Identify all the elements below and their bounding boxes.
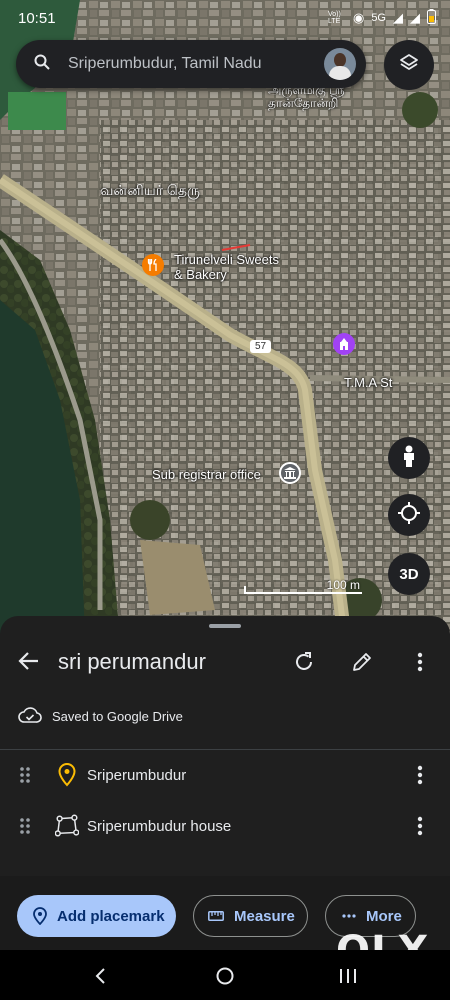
- volte-indicator: Vo)) LTE: [327, 11, 341, 25]
- tma-street-label: T.M.A St: [344, 375, 393, 390]
- measure-label: Measure: [234, 907, 295, 925]
- street-label-tamil: வன்னியர் தெரு: [100, 182, 200, 198]
- road-number-badge: 57: [250, 340, 272, 353]
- signal-icon: ◢: [393, 10, 403, 25]
- restaurant-label[interactable]: Tirunelveli Sweets & Bakery: [174, 252, 284, 282]
- list-item-sriperumbudur[interactable]: Sriperumbudur: [0, 753, 450, 797]
- sync-icon[interactable]: [292, 650, 316, 674]
- add-placemark-label: Add placemark: [57, 907, 165, 925]
- system-navigation-bar: [0, 950, 450, 1000]
- battery-icon: [427, 9, 436, 27]
- back-arrow-icon[interactable]: [18, 650, 42, 674]
- polygon-icon: [55, 814, 79, 838]
- account-avatar[interactable]: [324, 48, 356, 80]
- network-type: 5G: [371, 12, 386, 24]
- save-status-text: Saved to Google Drive: [52, 709, 183, 724]
- search-input[interactable]: Sriperumbudur, Tamil Nadu: [68, 55, 324, 73]
- nav-back-icon[interactable]: [88, 964, 112, 988]
- divider: [0, 749, 450, 750]
- status-icons: Vo)) LTE ◉ 5G ◢ ◢: [328, 9, 436, 27]
- more-horizontal-icon: [342, 914, 356, 918]
- drag-handle-icon[interactable]: [19, 766, 31, 784]
- measure-button[interactable]: Measure: [193, 895, 308, 937]
- ruler-icon: [208, 911, 224, 921]
- crosshair-icon: [398, 502, 420, 528]
- street-view-button[interactable]: [388, 437, 430, 479]
- item-more-options-icon[interactable]: [410, 814, 430, 838]
- placemark-icon: [55, 763, 79, 787]
- scale-label: 100 m: [326, 578, 360, 592]
- list-item-label: Sriperumbudur: [87, 766, 187, 784]
- nav-recents-icon[interactable]: [336, 964, 360, 988]
- more-options-icon[interactable]: [408, 650, 432, 674]
- search-icon[interactable]: [34, 54, 50, 75]
- project-sheet: sri perumandur Saved to Google Drive Sri…: [0, 616, 450, 950]
- item-more-options-icon[interactable]: [410, 763, 430, 787]
- my-location-button[interactable]: [388, 494, 430, 536]
- layers-button[interactable]: [384, 40, 434, 90]
- satellite-imagery: [0, 0, 450, 640]
- sheet-drag-handle[interactable]: [209, 624, 241, 628]
- add-placemark-icon: [33, 907, 47, 925]
- layers-icon: [399, 53, 419, 78]
- pegman-icon: [401, 445, 417, 471]
- drag-handle-icon[interactable]: [19, 817, 31, 835]
- status-bar: 10:51 Vo)) LTE ◉ 5G ◢ ◢: [0, 0, 450, 36]
- registrar-label[interactable]: Sub registrar office: [152, 467, 261, 482]
- signal-icon-2: ◢: [410, 10, 420, 25]
- temple-poi-icon[interactable]: [333, 333, 355, 355]
- restaurant-poi-icon[interactable]: [142, 254, 164, 276]
- save-status: Saved to Google Drive: [18, 706, 183, 727]
- toggle-3d-button[interactable]: 3D: [388, 553, 430, 595]
- edit-pencil-icon[interactable]: [350, 650, 374, 674]
- status-time: 10:51: [18, 9, 56, 27]
- add-placemark-button[interactable]: Add placemark: [17, 895, 176, 937]
- project-title: sri perumandur: [58, 649, 206, 674]
- more-label: More: [366, 907, 402, 925]
- search-bar[interactable]: Sriperumbudur, Tamil Nadu: [16, 40, 366, 88]
- list-item-label: Sriperumbudur house: [87, 817, 232, 835]
- government-building-icon[interactable]: [279, 462, 301, 484]
- map-scale: 100 m: [244, 576, 362, 596]
- list-item-sriperumbudur-house[interactable]: Sriperumbudur house: [0, 804, 450, 848]
- nav-home-icon[interactable]: [213, 964, 237, 988]
- satellite-map[interactable]: அருள்மிகு ஸ்ரீ தான்தோன்றி வன்னியர் தெரு …: [0, 0, 450, 640]
- hotspot-icon: ◉: [352, 10, 365, 25]
- sheet-header: sri perumandur: [0, 644, 450, 680]
- cloud-check-icon: [18, 706, 42, 727]
